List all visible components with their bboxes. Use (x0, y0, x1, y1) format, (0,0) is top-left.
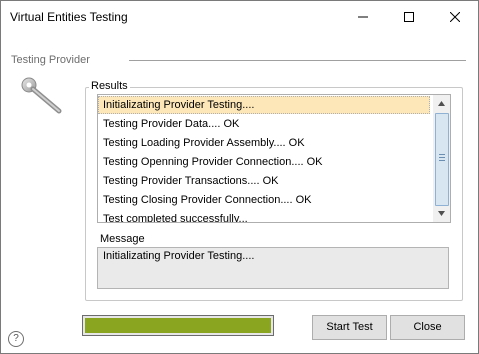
close-window-button[interactable] (432, 1, 478, 32)
scroll-up-arrow-icon[interactable] (434, 96, 449, 111)
list-item[interactable]: Test completed successfully... (98, 210, 430, 222)
message-label: Message (100, 233, 145, 245)
window-title: Virtual Entities Testing (10, 10, 128, 24)
minimize-icon (358, 16, 368, 18)
scroll-thumb[interactable] (435, 113, 449, 206)
section-divider (129, 60, 466, 61)
close-button[interactable]: Close (390, 315, 465, 340)
list-item[interactable]: Testing Openning Provider Connection....… (98, 153, 430, 171)
scroll-down-arrow-icon[interactable] (434, 206, 449, 221)
help-icon[interactable]: ? (8, 331, 24, 347)
maximize-icon (404, 12, 414, 22)
start-test-button[interactable]: Start Test (312, 315, 387, 340)
progress-fill (85, 318, 271, 333)
section-label: Testing Provider (11, 54, 90, 66)
list-item[interactable]: Testing Closing Provider Connection.... … (98, 191, 430, 209)
results-scrollbar[interactable] (433, 95, 450, 222)
maximize-button[interactable] (386, 1, 432, 32)
results-label: Results (89, 80, 130, 92)
progress-bar (82, 315, 274, 336)
wrench-icon (21, 77, 65, 120)
title-bar[interactable]: Virtual Entities Testing (1, 1, 478, 32)
results-list[interactable]: Initializating Provider Testing.... Testi… (97, 94, 451, 223)
list-item[interactable]: Initializating Provider Testing.... (98, 96, 430, 114)
minimize-button[interactable] (340, 1, 386, 32)
list-item[interactable]: Testing Provider Transactions.... OK (98, 172, 430, 190)
message-box: Initializating Provider Testing.... (97, 247, 449, 289)
close-icon (450, 12, 460, 22)
dialog-window: Virtual Entities Testing Testing Provide… (0, 0, 479, 354)
list-item[interactable]: Testing Provider Data.... OK (98, 115, 430, 133)
list-item[interactable]: Testing Loading Provider Assembly.... OK (98, 134, 430, 152)
